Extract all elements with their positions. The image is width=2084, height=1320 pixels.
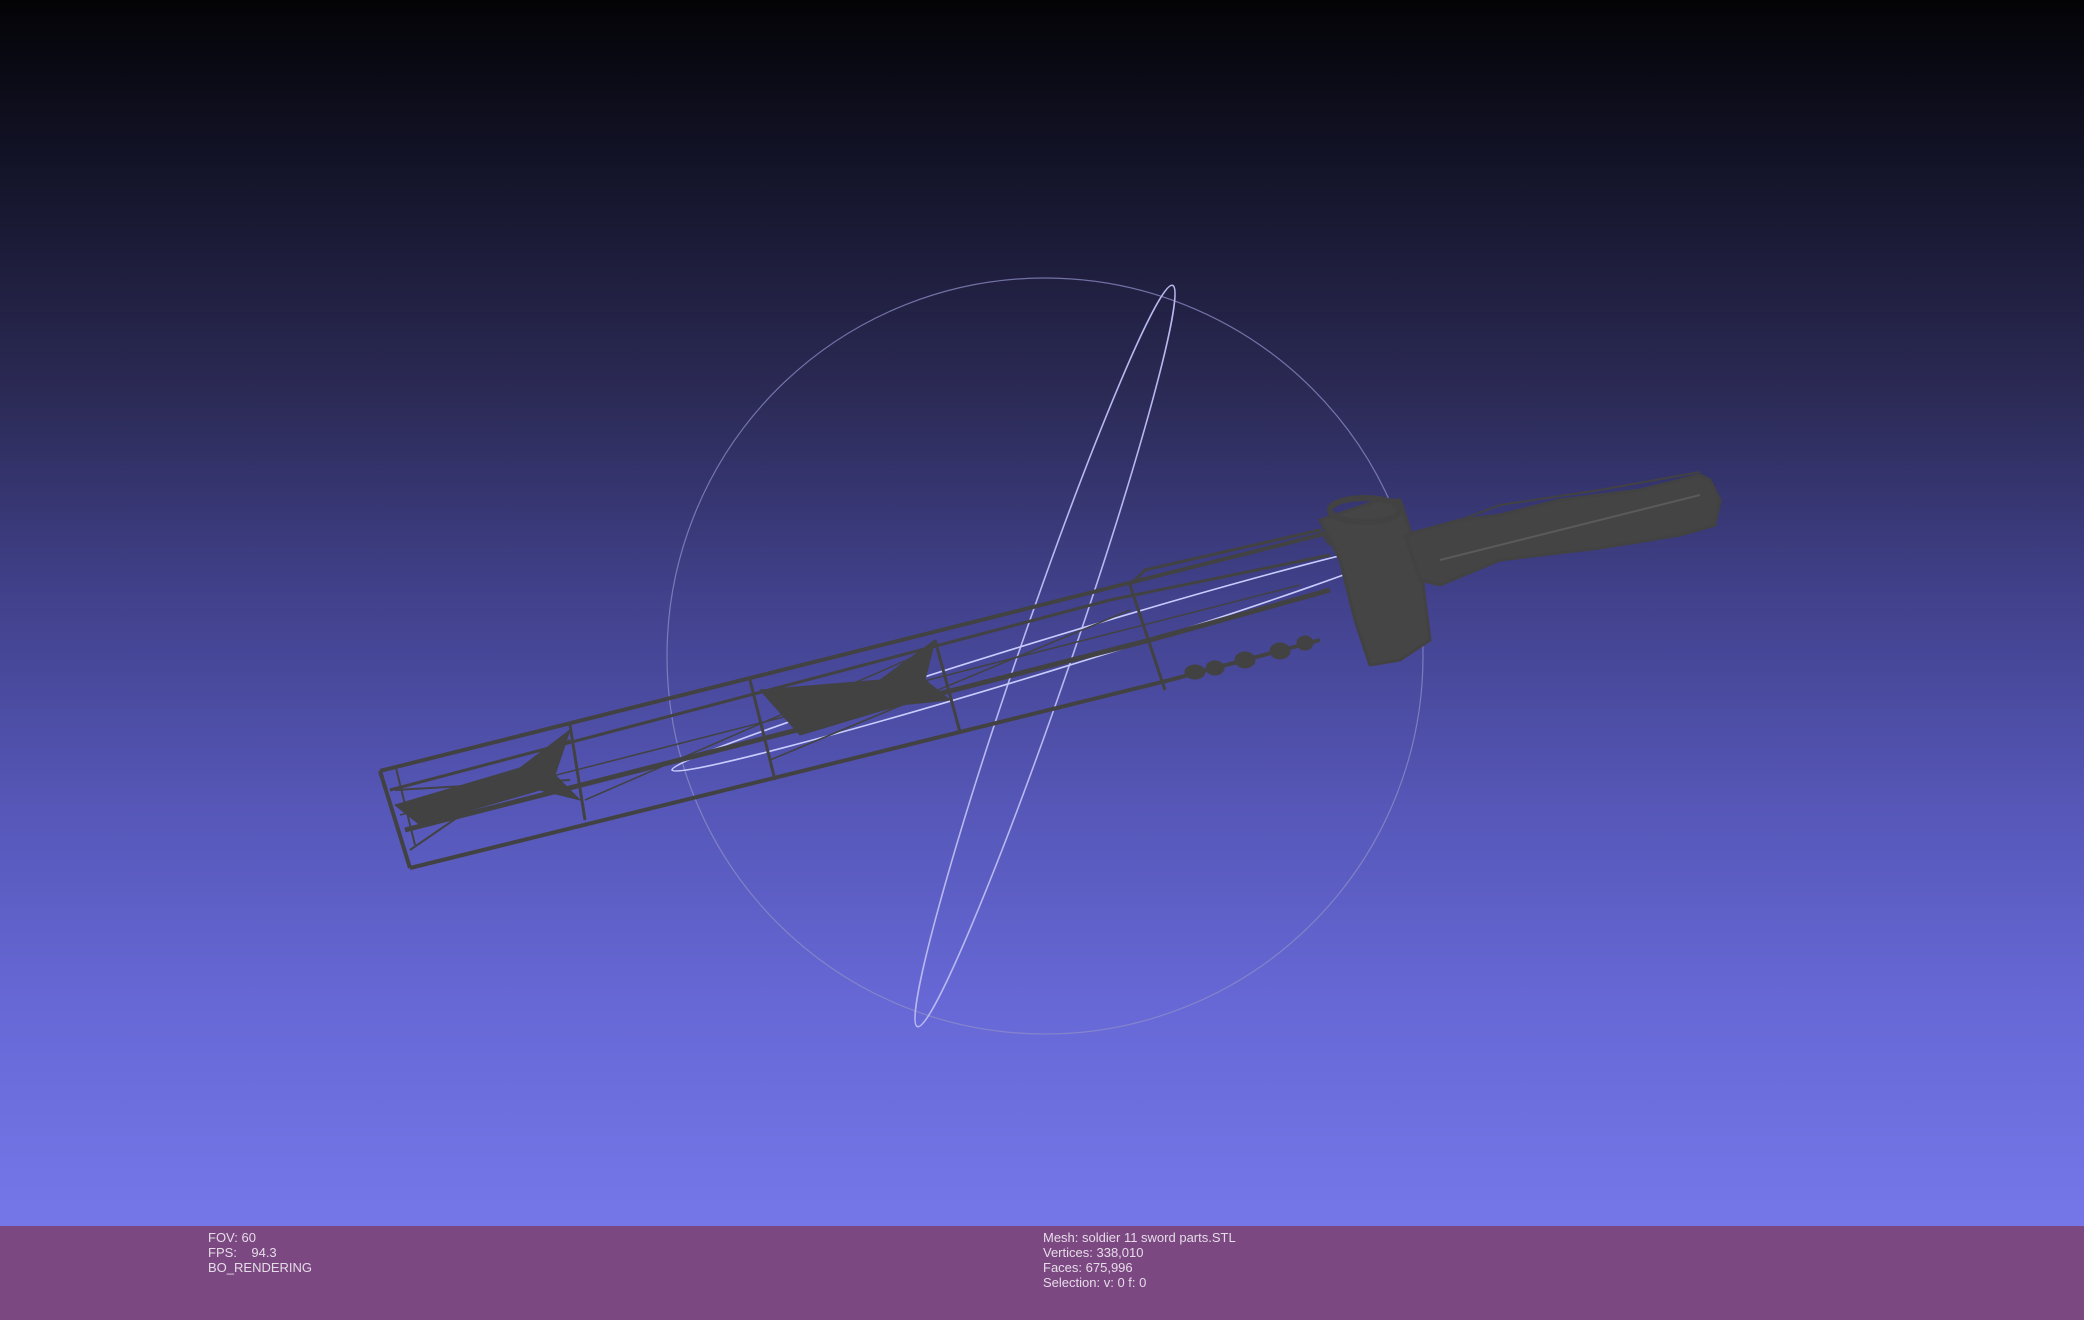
fps-readout: FPS: 94.3 [208, 1245, 312, 1260]
blade-star-2 [759, 639, 951, 736]
selection-value: v: 0 f: 0 [1103, 1275, 1147, 1290]
scene-canvas[interactable] [0, 0, 2084, 1226]
trackball-circle-y [671, 540, 1419, 772]
vertices-value: 338,010 [1096, 1245, 1144, 1260]
render-mode: BO_RENDERING [208, 1260, 313, 1275]
mesh-name: soldier 11 sword parts.STL [1082, 1230, 1236, 1245]
vertices-readout: Vertices: 338,010 [1043, 1245, 1236, 1260]
3d-viewport[interactable] [0, 0, 2084, 1226]
vertices-label: Vertices: [1043, 1245, 1093, 1260]
fps-label: FPS: [208, 1245, 237, 1260]
mesh-wireframe[interactable] [378, 471, 1722, 870]
fov-label: FOV: [208, 1230, 238, 1245]
selection-readout: Selection: v: 0 f: 0 [1043, 1275, 1236, 1290]
guard-block [1318, 498, 1432, 667]
mesh-label: Mesh: [1043, 1230, 1079, 1245]
fov-readout: FOV: 60 [208, 1230, 312, 1245]
status-bar: FOV: 60 FPS: 94.3 BO_RENDERING Mesh: sol… [0, 1226, 2084, 1320]
render-info-panel: FOV: 60 FPS: 94.3 BO_RENDERING [208, 1230, 312, 1275]
fov-value: 60 [241, 1230, 256, 1245]
faces-readout: Faces: 675,996 [1043, 1260, 1236, 1275]
blade-teeth [1184, 635, 1314, 680]
trackball-gizmo[interactable] [666, 277, 1424, 1035]
mesh-info-panel: Mesh: soldier 11 sword parts.STL Vertice… [1043, 1230, 1236, 1290]
selection-label: Selection: [1043, 1275, 1101, 1290]
blade-edge-top [379, 518, 1401, 773]
trackball-circle-z [666, 277, 1424, 1035]
faces-value: 675,996 [1085, 1260, 1133, 1275]
fps-value: 94.3 [251, 1245, 277, 1260]
mesh-readout: Mesh: soldier 11 sword parts.STL [1043, 1230, 1236, 1245]
faces-label: Faces: [1043, 1260, 1083, 1275]
